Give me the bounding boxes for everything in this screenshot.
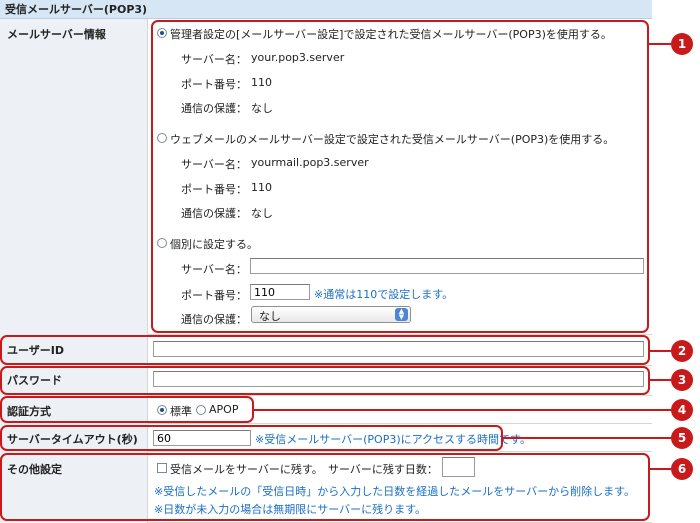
callout-badge-5: 5 [671,427,693,449]
callout-line-5 [503,437,671,439]
callout-badge-6: 6 [671,458,693,480]
highlight-box-4 [0,396,254,423]
mail-server-label: メールサーバー情報 [7,28,106,41]
highlight-box-2 [0,335,650,365]
callout-badge-3: 3 [671,369,693,391]
callout-badge-2: 2 [671,340,693,362]
callout-badge-4: 4 [671,399,693,421]
callout-line-6 [650,468,671,470]
callout-line-2 [650,350,671,352]
callout-badge-1: 1 [671,33,693,55]
section-title: 受信メールサーバー(POP3) [0,0,652,19]
callout-line-1 [649,43,671,45]
highlight-box-6 [0,453,650,521]
callout-line-3 [650,379,671,381]
highlight-box-1 [151,20,649,333]
highlight-box-3 [0,366,650,395]
highlight-box-5 [0,425,503,451]
callout-line-4 [254,409,671,411]
label-cell-mail-server [0,19,148,335]
